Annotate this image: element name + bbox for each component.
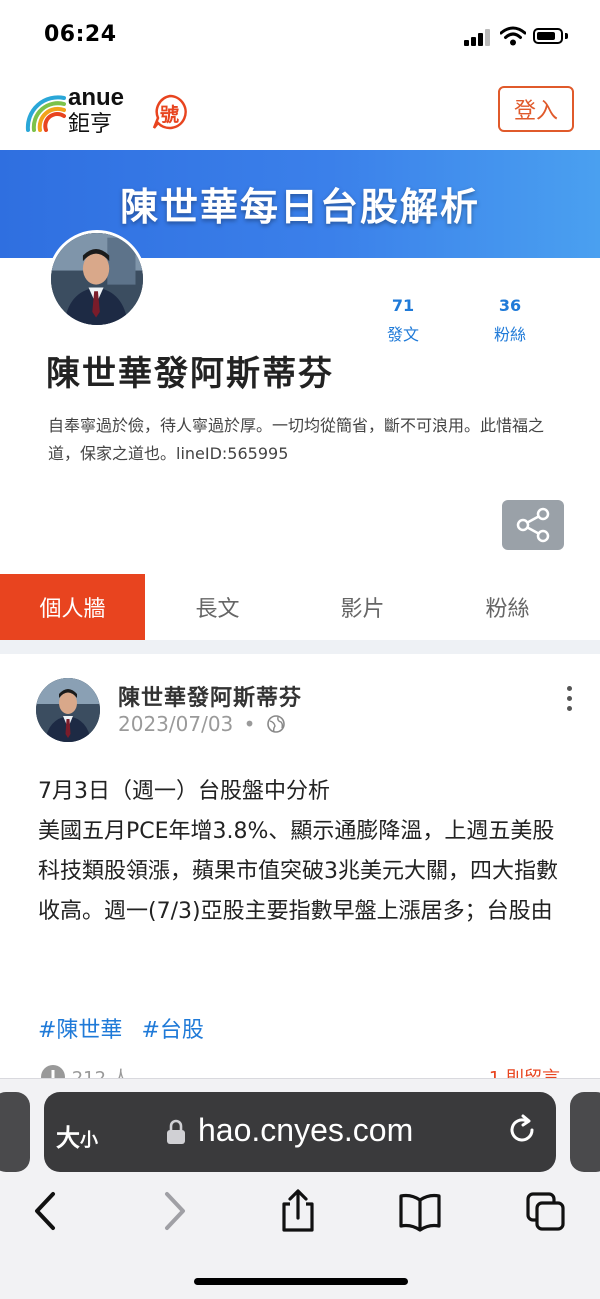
wifi-icon bbox=[500, 26, 526, 46]
post-meta: 2023/07/03 • bbox=[118, 712, 286, 736]
hao-icon[interactable]: 號 bbox=[152, 94, 188, 130]
previous-tab-preview[interactable] bbox=[0, 1092, 30, 1172]
hao-icon-label: 號 bbox=[160, 104, 180, 126]
post-date: 2023/07/03 bbox=[118, 712, 234, 736]
post-count: 71 bbox=[391, 296, 415, 315]
profile-name: 陳世華發阿斯蒂芬 bbox=[46, 354, 334, 394]
logo-text-zh: 鉅亨 bbox=[68, 112, 113, 137]
post-count-stat[interactable]: 71 發文 bbox=[363, 296, 443, 345]
battery-cap bbox=[565, 33, 568, 39]
tab-wall[interactable]: 個人牆 bbox=[0, 574, 145, 640]
status-time: 06:24 bbox=[44, 22, 117, 47]
post-author-name[interactable]: 陳世華發阿斯蒂芬 bbox=[118, 680, 302, 712]
login-button[interactable]: 登入 bbox=[498, 86, 574, 132]
text-size-button[interactable]: 大小 bbox=[56, 1118, 98, 1153]
more-options-icon[interactable] bbox=[560, 684, 580, 714]
status-bar: 06:24 bbox=[0, 0, 600, 72]
text-size-small-label: 小 bbox=[80, 1130, 98, 1151]
share-button[interactable] bbox=[502, 500, 564, 550]
avatar[interactable] bbox=[48, 230, 146, 328]
text-size-large-label: 大 bbox=[56, 1124, 80, 1152]
battery-icon bbox=[533, 28, 563, 44]
post-headline: 7月3日（週一）台股盤中分析 bbox=[38, 779, 330, 804]
post-count-label: 發文 bbox=[386, 325, 419, 344]
forward-icon[interactable] bbox=[152, 1188, 196, 1234]
post-date-separator: • bbox=[243, 712, 256, 736]
profile-bio: 自奉寧過於儉，待人寧過於厚。一切均從簡省，斷不可浪用。此惜福之道，保家之道也。l… bbox=[48, 416, 545, 463]
lock-icon bbox=[167, 1119, 185, 1144]
tab-fans[interactable]: 粉絲 bbox=[435, 574, 580, 640]
fans-count: 36 bbox=[498, 296, 522, 315]
tag-link[interactable]: #陳世華 bbox=[38, 1018, 122, 1043]
share-icon bbox=[516, 507, 550, 543]
profile-tabs: 個人牆 長文 影片 粉絲 bbox=[0, 574, 600, 640]
divider bbox=[0, 640, 600, 654]
tab-videos[interactable]: 影片 bbox=[290, 574, 435, 640]
reload-icon[interactable] bbox=[504, 1112, 540, 1148]
post-content: 美國五月PCE年增3.8%、顯示通膨降溫，上週五美股科技類股領漲，蘋果市值突破3… bbox=[38, 819, 558, 924]
tag-link[interactable]: #台股 bbox=[141, 1018, 203, 1043]
banner-title: 陳世華每日台股解析 bbox=[119, 184, 480, 229]
home-indicator bbox=[194, 1278, 408, 1285]
tab-articles[interactable]: 長文 bbox=[145, 574, 290, 640]
cellular-signal-icon bbox=[464, 28, 492, 46]
post-body[interactable]: 7月3日（週一）台股盤中分析 美國五月PCE年增3.8%、顯示通膨降溫，上週五美… bbox=[38, 772, 564, 932]
post-author-avatar[interactable] bbox=[36, 678, 100, 742]
url-text[interactable]: hao.cnyes.com bbox=[198, 1112, 413, 1149]
anue-logo-icon[interactable] bbox=[24, 90, 66, 132]
post-tags: #陳世華 #台股 bbox=[38, 1012, 216, 1044]
public-globe-icon bbox=[266, 715, 285, 733]
fans-count-stat[interactable]: 36 粉絲 bbox=[470, 296, 550, 345]
bookmarks-icon[interactable] bbox=[398, 1188, 442, 1234]
tabs-icon[interactable] bbox=[524, 1188, 568, 1234]
fans-count-label: 粉絲 bbox=[493, 325, 526, 344]
next-tab-preview[interactable] bbox=[570, 1092, 600, 1172]
share-sheet-icon[interactable] bbox=[276, 1188, 320, 1234]
back-icon[interactable] bbox=[24, 1188, 68, 1234]
